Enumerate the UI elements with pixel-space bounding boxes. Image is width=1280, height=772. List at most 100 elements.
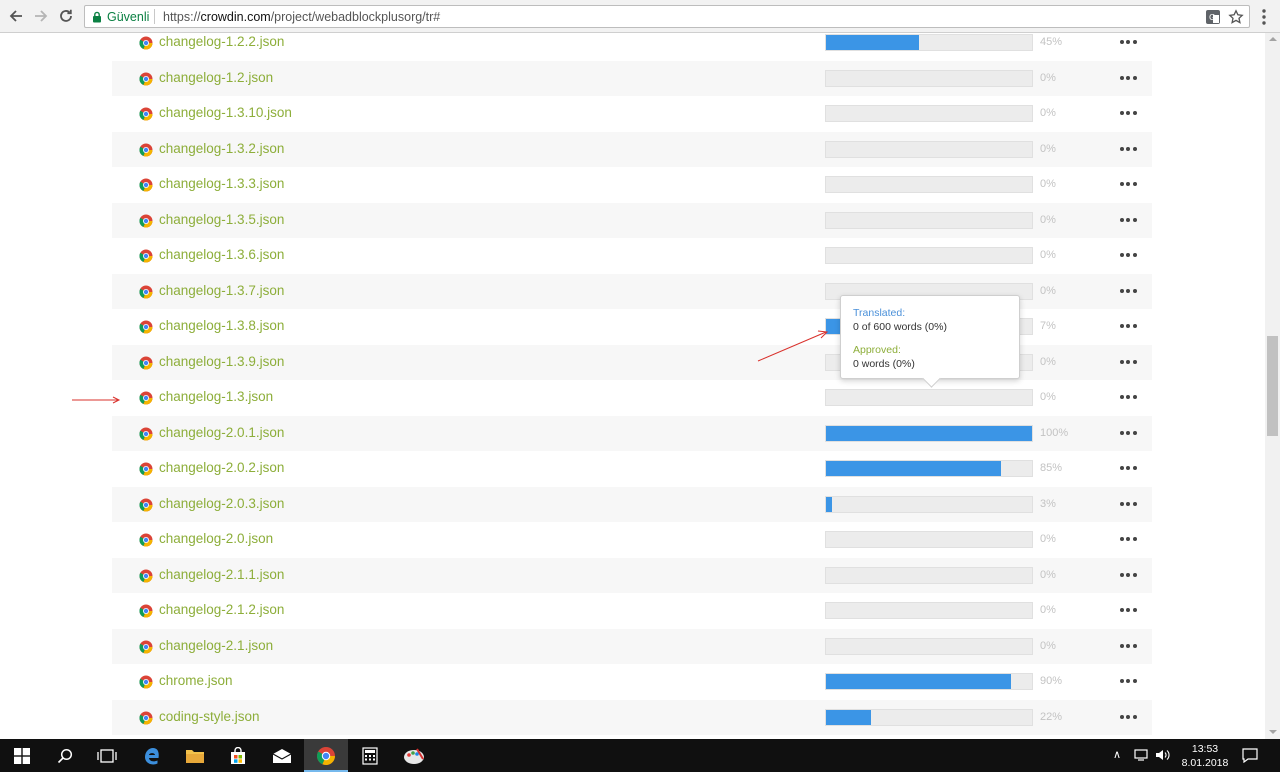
translate-icon[interactable]: G bbox=[1205, 9, 1221, 25]
progress-percent: 100% bbox=[1040, 426, 1069, 439]
reload-icon bbox=[60, 9, 72, 22]
search-button[interactable] bbox=[43, 739, 87, 772]
file-link[interactable]: changelog-1.3.json bbox=[159, 389, 273, 404]
file-link[interactable]: changelog-1.3.6.json bbox=[159, 247, 284, 262]
progress-bar[interactable] bbox=[825, 424, 1033, 442]
more-options-icon[interactable] bbox=[1118, 316, 1138, 336]
file-link[interactable]: changelog-1.3.3.json bbox=[159, 176, 284, 191]
progress-bar[interactable] bbox=[825, 389, 1033, 406]
file-link[interactable]: changelog-2.0.1.json bbox=[159, 425, 284, 440]
progress-percent: 3% bbox=[1040, 497, 1056, 510]
tray-overflow-icon[interactable]: ∧ bbox=[1113, 748, 1121, 761]
chrome-menu-icon[interactable] bbox=[1257, 7, 1271, 27]
progress-bar[interactable] bbox=[825, 495, 1033, 513]
progress-bar-fill bbox=[826, 496, 833, 512]
progress-bar[interactable] bbox=[825, 69, 1033, 87]
search-icon bbox=[57, 748, 73, 763]
progress-bar-fill bbox=[826, 425, 1032, 441]
file-link[interactable]: changelog-1.2.json bbox=[159, 70, 273, 85]
progress-bar[interactable] bbox=[825, 460, 1033, 477]
volume-icon[interactable] bbox=[1155, 748, 1171, 762]
more-options-icon[interactable] bbox=[1118, 458, 1138, 478]
file-link[interactable]: changelog-2.0.2.json bbox=[159, 460, 284, 475]
file-link[interactable]: changelog-1.3.9.json bbox=[159, 354, 284, 369]
clock-date: 8.01.2018 bbox=[1181, 757, 1229, 769]
progress-bar[interactable] bbox=[825, 566, 1033, 584]
progress-bar[interactable] bbox=[825, 708, 1033, 726]
progress-bar[interactable] bbox=[825, 247, 1033, 264]
vertical-scrollbar[interactable] bbox=[1265, 33, 1280, 739]
edge-button[interactable] bbox=[130, 739, 174, 772]
progress-bar[interactable] bbox=[825, 673, 1033, 690]
reload-button[interactable] bbox=[54, 4, 78, 28]
more-options-icon[interactable] bbox=[1118, 387, 1138, 407]
file-row: changelog-2.1.2.json 0% bbox=[112, 593, 1152, 629]
url-separator bbox=[154, 9, 155, 24]
back-button[interactable] bbox=[4, 4, 28, 28]
taskbar-clock[interactable]: 13:53 8.01.2018 bbox=[1180, 742, 1230, 770]
calculator-button[interactable] bbox=[348, 739, 392, 772]
address-bar[interactable]: Güvenli https://crowdin.com/project/weba… bbox=[84, 5, 1250, 28]
task-view-button[interactable] bbox=[85, 739, 129, 772]
forward-button[interactable] bbox=[29, 4, 53, 28]
chrome-file-icon bbox=[139, 462, 153, 476]
progress-bar[interactable] bbox=[825, 637, 1033, 655]
scroll-up-arrow-icon[interactable] bbox=[1269, 37, 1277, 41]
mail-button[interactable] bbox=[260, 739, 304, 772]
store-button[interactable] bbox=[216, 739, 260, 772]
progress-bar[interactable] bbox=[825, 140, 1033, 158]
more-options-icon[interactable] bbox=[1118, 68, 1138, 88]
file-link[interactable]: changelog-2.1.json bbox=[159, 638, 273, 653]
progress-bar[interactable] bbox=[825, 34, 1033, 51]
file-link[interactable]: changelog-1.2.2.json bbox=[159, 34, 284, 49]
progress-bar[interactable] bbox=[825, 211, 1033, 229]
progress-bar[interactable] bbox=[825, 531, 1033, 548]
file-link[interactable]: changelog-2.0.json bbox=[159, 531, 273, 546]
progress-bar[interactable] bbox=[825, 176, 1033, 193]
more-options-icon[interactable] bbox=[1118, 671, 1138, 691]
file-link[interactable]: chrome.json bbox=[159, 673, 233, 688]
chrome-file-icon bbox=[139, 498, 153, 512]
file-explorer-button[interactable] bbox=[173, 739, 217, 772]
network-icon[interactable] bbox=[1134, 748, 1150, 762]
file-link[interactable]: changelog-1.3.8.json bbox=[159, 318, 284, 333]
more-options-icon[interactable] bbox=[1118, 139, 1138, 159]
chrome-file-icon bbox=[139, 107, 153, 121]
progress-bar[interactable] bbox=[825, 602, 1033, 619]
file-link[interactable]: changelog-2.1.1.json bbox=[159, 567, 284, 582]
more-options-icon[interactable] bbox=[1118, 245, 1138, 265]
page-content: changelog-1.2.2.json 45% changelog-1.2.jso… bbox=[0, 33, 1265, 739]
more-options-icon[interactable] bbox=[1118, 281, 1138, 301]
more-options-icon[interactable] bbox=[1118, 423, 1138, 443]
file-link[interactable]: coding-style.json bbox=[159, 709, 260, 724]
file-row: chrome.json 90% bbox=[112, 664, 1152, 700]
progress-bar[interactable] bbox=[825, 105, 1033, 122]
scroll-down-arrow-icon[interactable] bbox=[1269, 730, 1277, 734]
file-link[interactable]: changelog-1.3.5.json bbox=[159, 212, 284, 227]
progress-percent: 0% bbox=[1040, 142, 1056, 155]
more-options-icon[interactable] bbox=[1118, 210, 1138, 230]
scrollbar-thumb[interactable] bbox=[1267, 336, 1278, 436]
more-options-icon[interactable] bbox=[1118, 174, 1138, 194]
file-link[interactable]: changelog-1.3.7.json bbox=[159, 283, 284, 298]
progress-bar-fill bbox=[826, 319, 841, 334]
more-options-icon[interactable] bbox=[1118, 529, 1138, 549]
file-link[interactable]: changelog-1.3.2.json bbox=[159, 141, 284, 156]
chrome-button[interactable] bbox=[304, 739, 348, 772]
more-options-icon[interactable] bbox=[1118, 352, 1138, 372]
action-center-icon[interactable] bbox=[1242, 748, 1258, 763]
start-button[interactable] bbox=[0, 739, 44, 772]
more-options-icon[interactable] bbox=[1118, 494, 1138, 514]
more-options-icon[interactable] bbox=[1118, 103, 1138, 123]
paint-button[interactable] bbox=[392, 739, 436, 772]
more-options-icon[interactable] bbox=[1118, 707, 1138, 727]
more-options-icon[interactable] bbox=[1118, 33, 1138, 52]
file-link[interactable]: changelog-1.3.10.json bbox=[159, 105, 292, 120]
file-link[interactable]: changelog-2.0.3.json bbox=[159, 496, 284, 511]
file-link[interactable]: changelog-2.1.2.json bbox=[159, 602, 284, 617]
progress-percent: 0% bbox=[1040, 533, 1056, 545]
more-options-icon[interactable] bbox=[1118, 565, 1138, 585]
bookmark-star-icon[interactable] bbox=[1228, 9, 1244, 25]
more-options-icon[interactable] bbox=[1118, 600, 1138, 620]
more-options-icon[interactable] bbox=[1118, 636, 1138, 656]
